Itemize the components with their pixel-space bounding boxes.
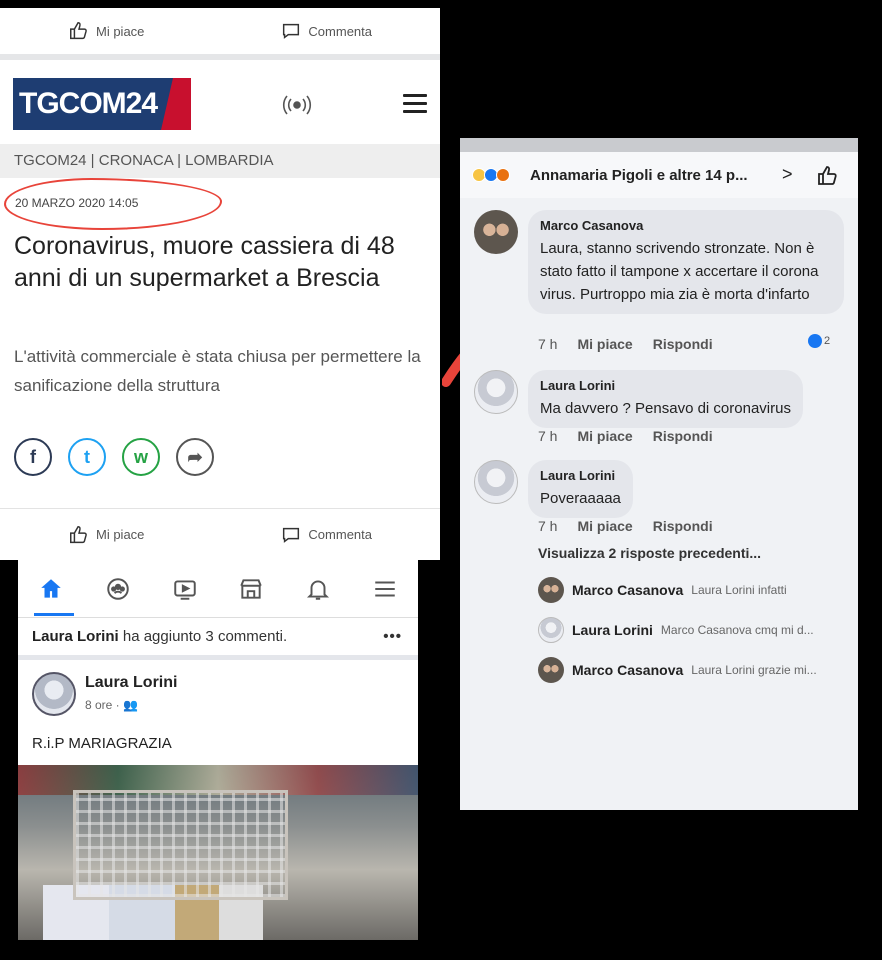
facebook-share-icon[interactable]: f [14,438,52,476]
post-photo[interactable] [18,765,418,940]
home-icon[interactable] [37,575,65,603]
comment-actions: 7 h Mi piace Rispondi [538,518,713,534]
comment-like-button[interactable]: Mi piace [577,336,632,352]
status-bar [460,138,858,152]
comments-panel: Annamaria Pigoli e altre 14 p... > Marco… [460,138,858,810]
post-author[interactable]: Laura Lorini [85,674,177,692]
live-broadcast-icon[interactable] [280,94,314,116]
avatar [538,657,564,683]
comment-author[interactable]: Laura Lorini [540,468,621,483]
comment-actions: 7 h Mi piace Rispondi [538,428,713,444]
bottom-action-bar: Mi piace Commenta [0,508,440,560]
news-article-panel: Mi piace Commenta TGCOM24 TGCOM24 | CRON… [0,8,440,560]
comment-button[interactable]: Commenta [280,524,372,546]
avatar [538,617,564,643]
article-subtitle: L'attività commerciale è stata chiusa pe… [14,347,421,395]
comment-actions: 7 h Mi piace Rispondi [538,336,713,352]
article-title: Coronavirus, muore cassiera di 48 anni d… [14,232,395,292]
comment-bubble: Laura Lorini Ma davvero ? Pensavo di cor… [528,370,803,428]
reply-text: Laura Lorini grazie mi... [691,663,817,677]
comment-icon [283,23,300,39]
shopping-cart [73,790,288,900]
comment-reply-button[interactable]: Rispondi [653,428,713,444]
comment-button[interactable]: Commenta [280,20,372,42]
hamburger-menu-icon[interactable] [403,94,427,114]
breadcrumb: TGCOM24 | CRONACA | LOMBARDIA [0,144,440,178]
comment-text: Laura, stanno scrivendo stronzate. Non è… [540,240,819,303]
reply-author: Marco Casanova [572,662,684,678]
reply-author: Marco Casanova [572,582,684,598]
chevron-right-icon[interactable]: > [782,164,793,185]
notice-name[interactable]: Laura Lorini [32,628,119,645]
comment-author[interactable]: Laura Lorini [540,378,791,393]
notice-text: ha aggiunto 3 commenti. [118,628,288,645]
watch-icon[interactable] [171,575,199,603]
comment-time: 7 h [538,336,558,352]
comment-time: 7 h [538,518,558,534]
like-label: Mi piace [96,527,145,542]
reply-text: Laura Lorini infatti [691,583,787,597]
facebook-nav-bar [18,560,418,618]
comment-text: Ma davvero ? Pensavo di coronavirus [540,400,791,417]
article-date: 20 MARZO 2020 14:05 [15,196,139,210]
notifications-bell-icon[interactable] [304,575,332,603]
comment-label: Commenta [308,527,372,542]
more-options-icon[interactable]: ••• [383,622,402,652]
active-tab-indicator [34,613,74,616]
share-buttons: f t w ➦ [14,438,214,476]
reply-author: Laura Lorini [572,622,653,638]
post-text: R.i.P MARIAGRAZIA [32,735,172,752]
comment-like-button[interactable]: Mi piace [577,428,632,444]
groups-icon[interactable] [104,575,132,603]
facebook-post-panel: Laura Lorini ha aggiunto 3 commenti. •••… [18,560,418,940]
tgcom-header: TGCOM24 [0,66,440,142]
marketplace-icon[interactable] [237,575,265,603]
reaction-count-value: 2 [824,335,831,347]
reply-item[interactable]: Marco Casanova Laura Lorini infatti [538,576,848,604]
reaction-count[interactable]: 2 [808,334,830,348]
comment-reply-button[interactable]: Rispondi [653,336,713,352]
twitter-share-icon[interactable]: t [68,438,106,476]
top-action-bar: Mi piace Commenta [0,8,440,60]
reply-item[interactable]: Marco Casanova Laura Lorini grazie mi... [538,656,848,684]
like-button[interactable]: Mi piace [68,20,144,42]
like-reaction-icon [808,334,822,348]
like-label: Mi piace [96,23,145,39]
like-button[interactable]: Mi piace [68,524,144,546]
comment-label: Commenta [308,23,372,39]
thumbs-up-icon [70,525,87,543]
thumbs-up-icon[interactable] [816,164,840,188]
comment-time: 7 h [538,428,558,444]
reply-item[interactable]: Laura Lorini Marco Casanova cmq mi d... [538,616,848,644]
avatar[interactable] [474,370,518,414]
comment-reply-button[interactable]: Rispondi [653,518,713,534]
menu-icon[interactable] [371,575,399,603]
view-previous-replies-link[interactable]: Visualizza 2 risposte precedenti... [538,545,761,561]
post-meta: 8 ore · 👥 [85,698,138,712]
reactions-header[interactable]: Annamaria Pigoli e altre 14 p... > [460,152,858,198]
whatsapp-share-icon[interactable]: w [122,438,160,476]
comment-like-button[interactable]: Mi piace [577,518,632,534]
activity-notice: Laura Lorini ha aggiunto 3 commenti. ••• [18,622,418,660]
avatar[interactable] [32,672,76,716]
angry-reaction-icon [496,168,510,182]
comment-bubble: Laura Lorini Poveraaaaa [528,460,633,518]
comment-icon [283,527,300,543]
avatar[interactable] [474,210,518,254]
comment-text: Poveraaaaa [540,490,621,507]
avatar[interactable] [474,460,518,504]
reply-text: Marco Casanova cmq mi d... [660,623,814,637]
share-arrow-icon[interactable]: ➦ [176,438,214,476]
avatar [538,577,564,603]
comment-author[interactable]: Marco Casanova [540,218,832,233]
reaction-icons [472,168,510,182]
tgcom-logo[interactable]: TGCOM24 [13,78,191,130]
logo-text: TGCOM24 [19,87,158,120]
reactors-text: Annamaria Pigoli e altre 14 p... [530,167,748,184]
comment-bubble: Marco Casanova Laura, stanno scrivendo s… [528,210,844,314]
thumbs-up-icon [70,22,87,40]
